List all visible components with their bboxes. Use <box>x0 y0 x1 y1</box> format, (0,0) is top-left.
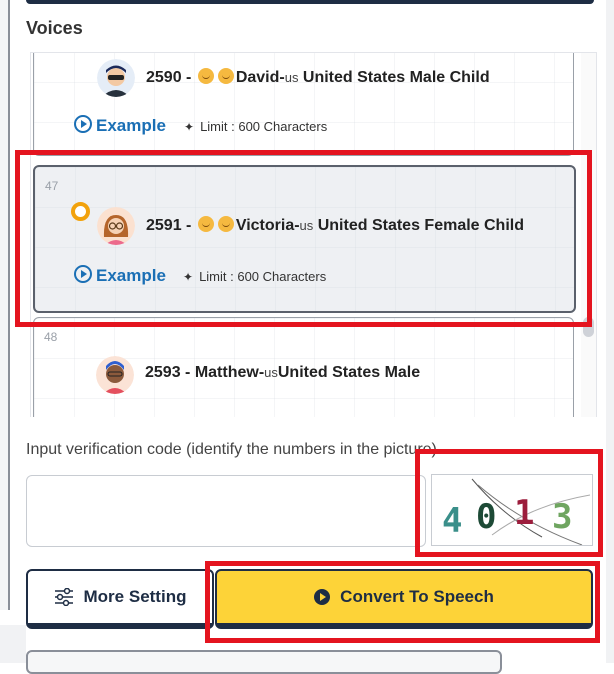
voice-name: Matthew- <box>194 364 265 381</box>
avatar-matthew <box>96 356 134 394</box>
scrollbar-thumb[interactable] <box>583 317 594 337</box>
card-index: 47 <box>45 179 59 193</box>
child-face-icon <box>197 216 214 232</box>
voices-heading: Voices <box>26 18 83 38</box>
voice-title: 2593 - Matthew-usUnited States Male <box>145 364 420 382</box>
verification-label: Input verification code (identify the nu… <box>26 441 437 458</box>
voice-card-2590[interactable]: 2590 - David-us United States Male Child… <box>33 53 574 156</box>
voice-description: United States Male <box>277 364 421 381</box>
convert-label: Convert To Speech <box>340 587 494 606</box>
captcha-digit: 4 <box>442 501 463 541</box>
verification-code-input[interactable] <box>26 475 426 547</box>
sparkle-icon: ✦ <box>184 120 195 134</box>
voice-locale: us <box>264 365 278 380</box>
play-icon <box>74 265 92 283</box>
voice-title: 2591 - Victoria-us United States Female … <box>146 216 524 235</box>
voice-description: United States Female Child <box>313 217 524 234</box>
example-button[interactable]: Example <box>74 115 166 136</box>
char-limit-text: Limit : 600 Characters <box>200 119 328 134</box>
avatar-victoria <box>97 207 135 245</box>
sliders-icon <box>54 588 73 606</box>
voice-locale: us <box>299 218 314 233</box>
example-button[interactable]: Example <box>74 265 166 286</box>
voice-card-2593[interactable]: 48 2593 - Matthew-usUnited States Male <box>33 317 574 417</box>
card-index: 48 <box>44 330 58 344</box>
selected-radio[interactable] <box>71 202 90 221</box>
captcha-digit: 3 <box>552 497 573 537</box>
voice-name: Victoria- <box>235 217 300 234</box>
top-panel-edge <box>26 0 594 4</box>
right-scroll-edge <box>606 0 614 663</box>
bottom-left-edge <box>0 625 26 663</box>
captcha-digit: 1 <box>514 493 535 533</box>
child-face-icon <box>217 68 234 84</box>
voice-id: 2591 - <box>146 217 196 234</box>
play-icon <box>74 115 92 133</box>
voice-title: 2590 - David-us United States Male Child <box>146 68 490 87</box>
sparkle-icon: ✦ <box>183 270 194 284</box>
convert-to-speech-button[interactable]: Convert To Speech <box>215 569 593 629</box>
voice-list[interactable]: 2590 - David-us United States Male Child… <box>30 52 597 417</box>
char-limit: ✦ Limit : 600 Characters <box>183 269 326 284</box>
char-limit: ✦ Limit : 600 Characters <box>184 119 327 134</box>
more-setting-button[interactable]: More Setting <box>26 569 214 629</box>
example-label: Example <box>96 266 166 285</box>
avatar-david <box>97 59 135 97</box>
more-setting-label: More Setting <box>83 587 187 606</box>
voice-card-2591[interactable]: 47 2591 - Victoria-us United States Fema… <box>33 165 576 313</box>
left-panel-edge <box>0 0 10 610</box>
voice-id: 2593 - <box>145 364 195 381</box>
child-face-icon <box>197 68 214 84</box>
captcha-digit: 0 <box>476 497 497 537</box>
child-face-icon <box>217 216 234 232</box>
voice-id: 2590 - <box>146 69 196 86</box>
bottom-panel <box>26 650 502 674</box>
captcha-image[interactable]: 4 0 1 3 <box>431 474 593 546</box>
play-icon <box>314 589 331 605</box>
voice-name: David- <box>235 69 285 86</box>
voice-description: United States Male Child <box>298 69 490 86</box>
voice-locale: us <box>284 70 299 85</box>
example-label: Example <box>96 116 166 135</box>
char-limit-text: Limit : 600 Characters <box>199 269 327 284</box>
voice-list-scrollbar[interactable] <box>581 53 596 417</box>
